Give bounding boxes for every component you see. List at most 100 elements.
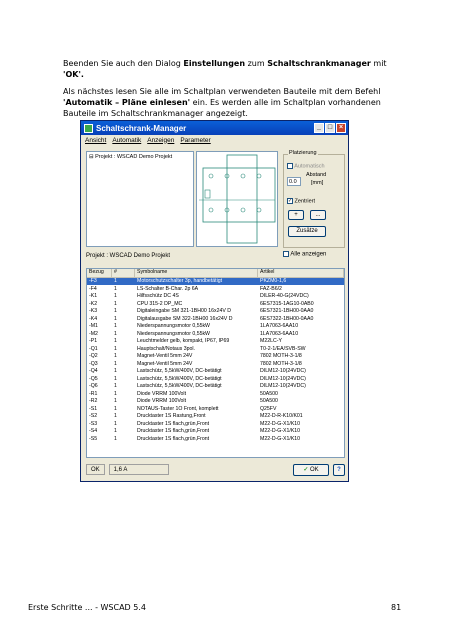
column-bezug[interactable]: Bezug (87, 269, 112, 277)
menu-parameter[interactable]: Parameter (180, 137, 210, 144)
column-count[interactable]: # (112, 269, 135, 277)
window-titlebar[interactable]: Schaltschrank-Manager _ □ × (81, 121, 348, 135)
tree-item-project[interactable]: ⊟ Projekt : WSCAD Demo Projekt (89, 154, 172, 160)
status-ok: OK (86, 464, 105, 475)
table-cell: 50A500 (260, 390, 278, 397)
menu-anzeigen[interactable]: Anzeigen (147, 137, 174, 144)
table-cell: 1 (114, 375, 117, 382)
browse-button[interactable]: ... (310, 210, 326, 220)
table-cell: -P1 (89, 338, 98, 345)
table-cell: 1 (114, 345, 117, 352)
automatisch-option[interactable]: Automatisch (287, 163, 325, 169)
app-icon (84, 123, 93, 133)
table-cell: T0-2-1/EA/SVB-SW (260, 345, 306, 352)
table-cell: 1 (114, 300, 117, 307)
table-cell: 1 (114, 420, 117, 427)
table-cell: 1 (114, 398, 117, 405)
table-row[interactable]: -P1 1 Leuchtmelder gelb, kompakt, IP67, IP… (87, 338, 344, 346)
table-row[interactable]: -M1 1 Niederspannungsmotor 0,55kW 1LA7063-6… (87, 323, 344, 331)
column-symbolname[interactable]: Symbolname (135, 269, 258, 277)
abstand-input[interactable]: 0.0 (287, 177, 301, 186)
table-row[interactable]: -S4 1 Drucktaster 1S flach,grün,Front M22-D… (87, 428, 344, 436)
table-cell: PKZM0-1,6 (260, 278, 287, 285)
table-row[interactable]: -S5 1 Drucktaster 1S flach,grün,Front M22-D… (87, 435, 344, 443)
table-row[interactable]: -F4 1 LS-Schalter B-Char. 2p 6A FAZ-B6/2 (87, 285, 344, 293)
placement-legend: Platzierung (288, 150, 318, 156)
table-cell: -Q5 (89, 375, 98, 382)
table-cell: CPU 315-2 DP_MC (137, 300, 183, 307)
table-cell: 1 (114, 278, 117, 285)
table-cell: -Q4 (89, 368, 98, 375)
abstand-label: Abstand (306, 172, 327, 178)
table-cell: 7802 MOTH-3-1/8 (260, 353, 302, 360)
table-row[interactable]: -K2 1 CPU 315-2 DP_MC 6ES7315-1AG10-0AB0 (87, 300, 344, 308)
table-row[interactable]: -S3 1 Drucktaster 1S flach,grün,Front M22-D… (87, 420, 344, 428)
table-cell: -R1 (89, 390, 98, 397)
table-row[interactable]: -K3 1 Digitaleingabe SM 321-1BH00 16x24V D… (87, 308, 344, 316)
table-cell: -F4 (89, 285, 97, 292)
table-cell: -Q2 (89, 353, 98, 360)
table-row[interactable]: -Q5 1 Lastschütz, 5,5kW/400V, DC-betätigt D… (87, 375, 344, 383)
table-cell: 1LA7063-6AA10 (260, 323, 299, 330)
abstand-labels: Abstand (306, 172, 326, 178)
cabinet-preview[interactable] (196, 151, 278, 247)
table-row[interactable]: -Q1 1 Hauptschalt/Notaus 3pol. T0-2-1/EA/SV… (87, 345, 344, 353)
alle-anzeigen-checkbox[interactable] (283, 251, 289, 257)
zusaetze-button[interactable]: Zusätze (288, 226, 326, 237)
table-cell: -M2 (89, 330, 98, 337)
p1-ok: 'OK'. (63, 70, 84, 79)
table-row[interactable]: -Q3 1 Magnet-Ventil 5mm 24V 7802 MOTH-3-1/8 (87, 360, 344, 368)
table-cell: M22-D-R-K10/K01 (260, 413, 303, 420)
table-row[interactable]: -Q6 1 Lastschütz, 5,5kW/400V, DC-betätigt D… (87, 383, 344, 391)
table-row[interactable]: -F3 1 Motorschutzschalter 3p, handbetätigt… (87, 277, 344, 285)
components-table[interactable]: Bezug # Symbolname Artikel -F3 1 Motorschu… (86, 268, 345, 458)
p1-bold-schaltschrankmanager: Schaltschrankmanager (267, 59, 371, 68)
p2-line1: Als nächstes lesen Sie alle im Schaltpla… (63, 87, 381, 96)
plus-button[interactable]: + (288, 210, 304, 220)
table-row[interactable]: -R2 1 Diode VRRM 100Volt 50A500 (87, 398, 344, 406)
table-cell: NOTAUS-Taster 1Ö Front, komplett (137, 405, 219, 412)
table-cell: DILM12-10(24VDC) (260, 368, 306, 375)
minimize-button[interactable]: _ (314, 123, 324, 133)
zentriert-label: Zentriert (294, 198, 316, 205)
table-row[interactable]: -S2 1 Drucktaster 1S Rastung,Front M22-D-R-… (87, 413, 344, 421)
table-row[interactable]: -S1 1 NOTAUS-Taster 1Ö Front, komplett Q25F… (87, 405, 344, 413)
status-bar: OK 1,6 A ✓ OK ? (86, 462, 345, 477)
table-row[interactable]: -Q2 1 Magnet-Ventil 5mm 24V 7802 MOTH-3-1/8 (87, 353, 344, 361)
column-artikel[interactable]: Artikel (258, 269, 344, 277)
table-cell: -S5 (89, 435, 98, 442)
alle-anzeigen-option[interactable]: Alle anzeigen (283, 251, 326, 258)
zentriert-option[interactable]: ✓ Zentriert (287, 198, 315, 204)
zentriert-checkbox[interactable]: ✓ (287, 198, 293, 204)
close-button[interactable]: × (336, 123, 346, 133)
table-cell: M22-D-G-X1/K10 (260, 428, 301, 435)
table-row[interactable]: -K4 1 Digitalausgabe SM 322-1BH00 16x24V D… (87, 315, 344, 323)
table-cell: M22-D-G-X1/K10 (260, 435, 301, 442)
table-cell: DILM12-10(24VDC) (260, 383, 306, 390)
table-cell: 1 (114, 390, 117, 397)
table-cell: Lastschütz, 5,5kW/400V, DC-betätigt (137, 383, 222, 390)
table-cell: 1 (114, 308, 117, 315)
table-row[interactable]: -Q4 1 Lastschütz, 5,5kW/400V, DC-betätigt D… (87, 368, 344, 376)
intro-paragraph-2: Als nächstes lesen Sie alle im Schaltpla… (63, 86, 398, 119)
page-number: 81 (391, 603, 402, 612)
table-cell: Drucktaster 1S flach,grün,Front (137, 435, 210, 442)
table-cell: -K1 (89, 293, 98, 300)
table-cell: Lastschütz, 5,5kW/400V, DC-betätigt (137, 375, 222, 382)
table-cell: 1 (114, 428, 117, 435)
project-tree[interactable]: ⊟ Projekt : WSCAD Demo Projekt (86, 151, 194, 247)
table-cell: 1 (114, 315, 117, 322)
project-label: Projekt : WSCAD Demo Projekt (86, 253, 171, 259)
table-cell: Digitaleingabe SM 321-1BH00 16x24V D (137, 308, 232, 315)
automatisch-checkbox[interactable] (287, 163, 293, 169)
menu-ansicht[interactable]: Ansicht (85, 137, 106, 144)
table-row[interactable]: -R1 1 Diode VRRM 100Volt 50A500 (87, 390, 344, 398)
table-cell: 1 (114, 405, 117, 412)
menu-automatik[interactable]: Automatik (112, 137, 141, 144)
table-row[interactable]: -M2 1 Niederspannungsmotor 0,55kW 1LA7063-6… (87, 330, 344, 338)
table-cell: -S4 (89, 428, 98, 435)
maximize-button[interactable]: □ (325, 123, 335, 133)
ok-button[interactable]: ✓ OK (293, 463, 329, 476)
help-button[interactable]: ? (333, 463, 345, 476)
table-row[interactable]: -K1 1 Hilfsschütz DC 4S DILER-40-G(24VDC) (87, 293, 344, 301)
